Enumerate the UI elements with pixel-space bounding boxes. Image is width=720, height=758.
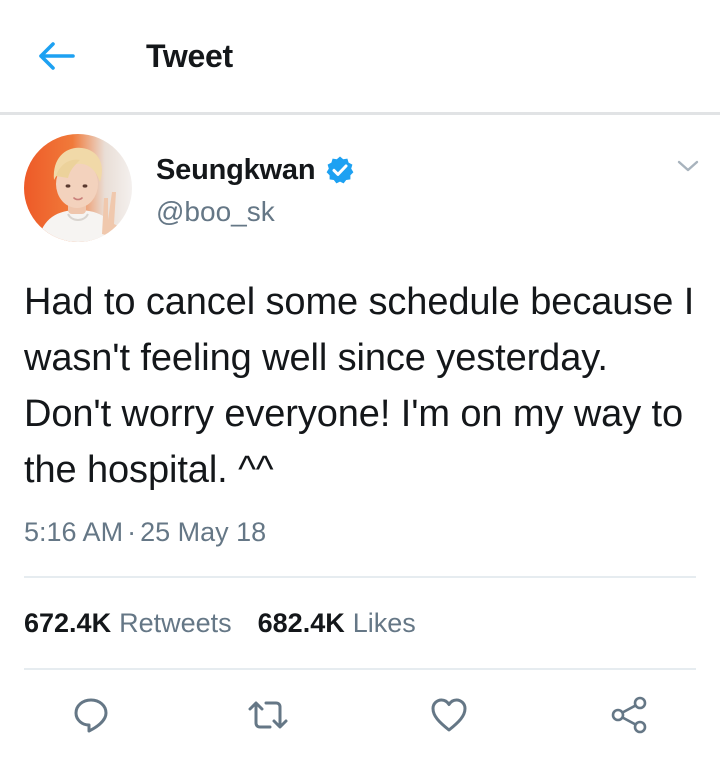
tweet-time: 5:16 AM [24, 517, 124, 547]
tweet-action-bar [0, 690, 720, 740]
back-button[interactable] [34, 36, 78, 76]
header-divider [0, 112, 720, 115]
tweet-stats: 672.4K Retweets 682.4K Likes [24, 602, 416, 644]
top-app-bar: Tweet [0, 0, 720, 112]
author-display-name: Seungkwan [156, 153, 316, 186]
divider [24, 576, 696, 578]
retweets-count: 672.4K [24, 607, 112, 638]
timestamp-separator: · [127, 517, 137, 547]
tweet-date: 25 May 18 [140, 517, 267, 547]
verified-badge-icon [325, 155, 355, 185]
chevron-down-icon [677, 160, 699, 172]
avatar[interactable] [24, 134, 132, 242]
likes-count: 682.4K [257, 607, 345, 638]
share-icon [611, 696, 647, 734]
retweets-label: Retweets [119, 607, 232, 638]
tweet-options-button[interactable] [672, 150, 704, 182]
reply-button[interactable] [66, 690, 116, 740]
likes-label: Likes [352, 607, 416, 638]
like-button[interactable] [424, 690, 474, 740]
arrow-left-icon [39, 42, 75, 70]
tweet-text: Had to cancel some schedule because I wa… [24, 281, 695, 491]
author-name-row[interactable]: Seungkwan [156, 150, 355, 190]
page-title: Tweet [146, 38, 233, 74]
retweet-icon [248, 701, 288, 729]
likes-stat[interactable]: 682.4K Likes [258, 608, 416, 639]
share-button[interactable] [604, 690, 654, 740]
reply-bubble-icon [74, 698, 108, 733]
retweet-button[interactable] [243, 690, 293, 740]
avatar-image [24, 134, 132, 242]
retweets-stat[interactable]: 672.4K Retweets [24, 608, 232, 639]
tweet-timestamp[interactable]: 5:16 AM · 25 May 18 [24, 512, 266, 552]
divider [24, 668, 696, 670]
author-handle[interactable]: @boo_sk [156, 194, 275, 230]
heart-icon [431, 698, 467, 732]
